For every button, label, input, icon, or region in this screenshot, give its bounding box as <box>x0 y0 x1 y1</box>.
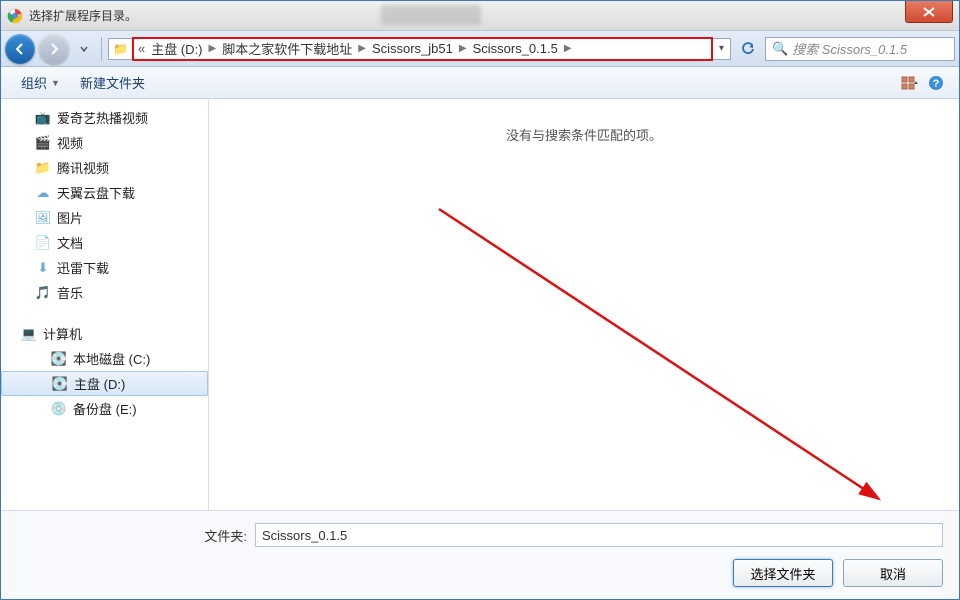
item-icon: 🎵 <box>35 285 51 301</box>
item-label: 迅雷下载 <box>57 258 109 277</box>
item-icon: 📁 <box>35 160 51 176</box>
svg-text:?: ? <box>933 78 940 90</box>
drive-item-1[interactable]: 💽 主盘 (D:) <box>1 371 208 396</box>
select-folder-button[interactable]: 选择文件夹 <box>733 559 833 587</box>
chevron-down-icon: ▼ <box>51 78 60 88</box>
drive-label: 本地磁盘 (C:) <box>73 349 150 368</box>
address-bar[interactable]: « 主盘 (D:) ▶ 脚本之家软件下载地址 ▶ Scissors_jb51 ▶… <box>132 37 713 61</box>
drive-item-0[interactable]: 💽 本地磁盘 (C:) <box>1 346 208 371</box>
empty-message: 没有与搜索条件匹配的项。 <box>506 125 662 144</box>
sidebar-shortcut-2[interactable]: 📁 腾讯视频 <box>1 155 208 180</box>
sidebar-shortcut-5[interactable]: 📄 文档 <box>1 230 208 255</box>
navigation-bar: 📁 « 主盘 (D:) ▶ 脚本之家软件下载地址 ▶ Scissors_jb51… <box>1 31 959 67</box>
sidebar-shortcut-4[interactable]: 🖼 图片 <box>1 205 208 230</box>
blurred-region <box>381 5 481 25</box>
forward-button <box>39 34 69 64</box>
cancel-button[interactable]: 取消 <box>843 559 943 587</box>
item-label: 文档 <box>57 233 83 252</box>
sidebar-shortcut-3[interactable]: ☁ 天翼云盘下载 <box>1 180 208 205</box>
new-folder-button[interactable]: 新建文件夹 <box>70 69 155 96</box>
dialog-window: 选择扩展程序目录。 📁 « 主盘 (D:) ▶ 脚本之家软件下载地址 ▶ <box>0 0 960 600</box>
drive-icon: 💽 <box>51 351 67 367</box>
footer: 文件夹: 选择文件夹 取消 <box>1 510 959 599</box>
history-dropdown[interactable] <box>73 38 95 60</box>
item-icon: 📺 <box>35 110 51 126</box>
computer-icon: 💻 <box>21 326 37 342</box>
chevron-right-icon: ▶ <box>457 43 469 54</box>
annotation-arrow <box>389 199 949 519</box>
item-label: 音乐 <box>57 283 83 302</box>
sidebar: 📺 爱奇艺热播视频 🎬 视频 📁 腾讯视频 ☁ 天翼云盘下载 🖼 图片 📄 文档 ⬇ 迅雷下载 🎵 音乐 💻 … <box>1 99 209 510</box>
breadcrumb-3[interactable]: Scissors_0.1.5 <box>469 41 562 56</box>
close-button[interactable] <box>905 1 953 23</box>
breadcrumb-1[interactable]: 脚本之家软件下载地址 <box>218 39 356 58</box>
sidebar-shortcut-6[interactable]: ⬇ 迅雷下载 <box>1 255 208 280</box>
item-label: 腾讯视频 <box>57 158 109 177</box>
new-folder-label: 新建文件夹 <box>80 73 145 92</box>
folder-row: 文件夹: <box>17 523 943 547</box>
main-area: 📺 爱奇艺热播视频 🎬 视频 📁 腾讯视频 ☁ 天翼云盘下载 🖼 图片 📄 文档 ⬇ 迅雷下载 🎵 音乐 💻 … <box>1 99 959 510</box>
breadcrumb-2[interactable]: Scissors_jb51 <box>368 41 457 56</box>
search-input[interactable]: 🔍 搜索 Scissors_0.1.5 <box>765 37 955 61</box>
refresh-button[interactable] <box>737 38 759 60</box>
folder-label: 文件夹: <box>17 526 247 545</box>
drive-item-2[interactable]: 💿 备份盘 (E:) <box>1 396 208 421</box>
chevron-right-icon: ▶ <box>207 43 219 54</box>
content-pane[interactable]: 没有与搜索条件匹配的项。 <box>209 99 959 510</box>
item-label: 视频 <box>57 133 83 152</box>
button-row: 选择文件夹 取消 <box>17 559 943 587</box>
sidebar-shortcut-1[interactable]: 🎬 视频 <box>1 130 208 155</box>
item-icon: ☁ <box>35 185 51 201</box>
computer-node[interactable]: 💻 计算机 <box>1 321 208 346</box>
separator <box>101 37 102 61</box>
item-icon: ⬇ <box>35 260 51 276</box>
item-label: 天翼云盘下载 <box>57 183 135 202</box>
address-bar-wrap: 📁 « 主盘 (D:) ▶ 脚本之家软件下载地址 ▶ Scissors_jb51… <box>108 37 731 61</box>
item-icon: 🎬 <box>35 135 51 151</box>
organize-menu[interactable]: 组织 ▼ <box>11 69 70 96</box>
toolbar: 组织 ▼ 新建文件夹 ? <box>1 67 959 99</box>
organize-label: 组织 <box>21 73 47 92</box>
drive-label: 主盘 (D:) <box>74 374 125 393</box>
window-buttons <box>905 1 959 30</box>
prefix-chevrons: « <box>138 41 145 56</box>
drive-label: 备份盘 (E:) <box>73 399 137 418</box>
view-options-button[interactable] <box>897 72 923 94</box>
drive-icon: 💽 <box>52 376 68 392</box>
titlebar: 选择扩展程序目录。 <box>1 1 959 31</box>
search-icon: 🔍 <box>772 41 788 57</box>
chevron-right-icon: ▶ <box>356 43 368 54</box>
sidebar-shortcut-7[interactable]: 🎵 音乐 <box>1 280 208 305</box>
item-label: 爱奇艺热播视频 <box>57 108 148 127</box>
back-button[interactable] <box>5 34 35 64</box>
sidebar-shortcut-0[interactable]: 📺 爱奇艺热播视频 <box>1 105 208 130</box>
breadcrumb-0[interactable]: 主盘 (D:) <box>147 39 206 58</box>
computer-label: 计算机 <box>43 324 82 343</box>
folder-name-input[interactable] <box>255 523 943 547</box>
item-icon: 📄 <box>35 235 51 251</box>
search-placeholder: 搜索 Scissors_0.1.5 <box>792 39 907 58</box>
item-label: 图片 <box>57 208 83 227</box>
address-dropdown[interactable]: ▾ <box>713 38 731 60</box>
chrome-icon <box>7 8 23 24</box>
chevron-right-icon: ▶ <box>562 43 574 54</box>
help-button[interactable]: ? <box>923 72 949 94</box>
drive-icon: 💿 <box>51 401 67 417</box>
folder-icon[interactable]: 📁 <box>108 38 132 60</box>
item-icon: 🖼 <box>35 210 51 226</box>
